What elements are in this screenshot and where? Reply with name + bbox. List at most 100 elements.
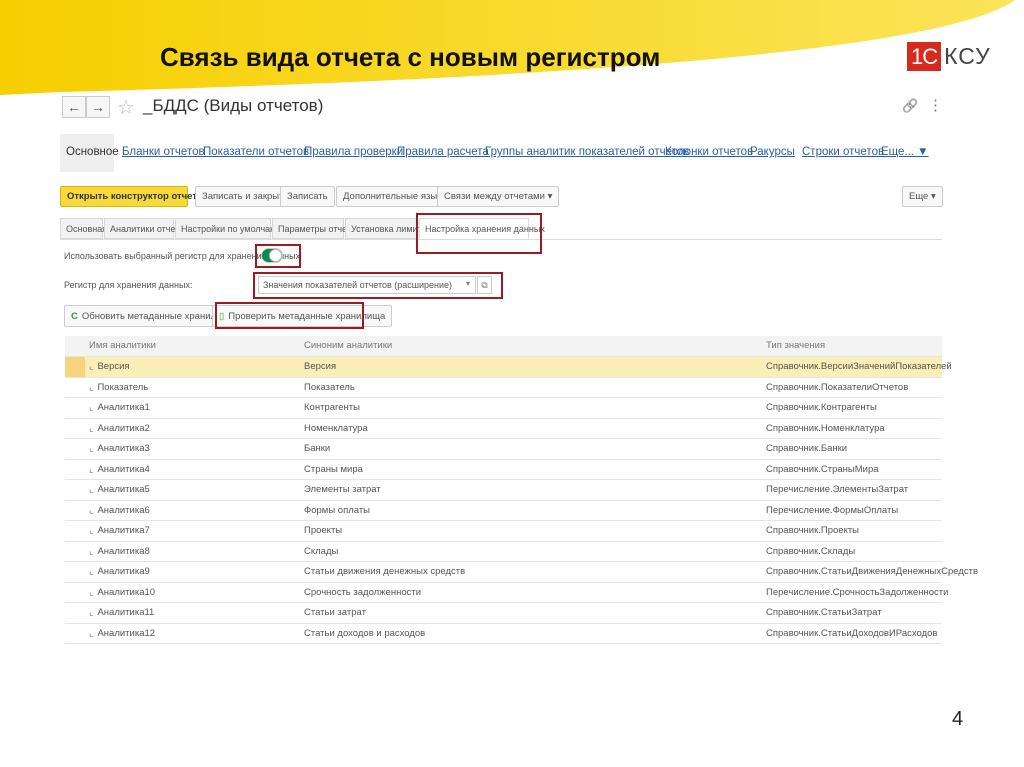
save-button[interactable]: Записать: [280, 186, 335, 207]
cell-type: Справочник.ВерсииЗначенийПоказателей: [766, 361, 952, 373]
table-row[interactable]: ⌞ Аналитика10 Срочность задолженности Переч…: [65, 583, 948, 603]
cell-type: Перечисление.ЭлементыЗатрат: [766, 484, 909, 496]
cell-name: Аналитика12: [97, 627, 156, 639]
nav-link[interactable]: Бланки отчетов: [122, 146, 205, 158]
tab-main[interactable]: Основная: [60, 218, 107, 239]
table-row[interactable]: ⌞ Аналитика2 Номенклатура Справочник.Номенк…: [65, 419, 942, 439]
forward-button[interactable]: →: [86, 96, 110, 118]
dimension-icon: ⌞: [89, 422, 94, 434]
table-row[interactable]: ⌞ Аналитика7 Проекты Справочник.Проекты: [65, 521, 942, 542]
cell-type: Справочник.СтраныМира: [766, 463, 879, 475]
dimension-icon: ⌞: [89, 361, 94, 373]
cell-synonym: Банки: [304, 443, 331, 455]
cell-name: Аналитика10: [97, 586, 156, 598]
table-row[interactable]: ⌞ Аналитика3 Банки Справочник.Банки: [65, 439, 942, 460]
cell-type: Справочник.Склады: [766, 545, 856, 557]
cell-name: Аналитика1: [97, 402, 150, 414]
cell-synonym: Номенклатура: [304, 422, 368, 434]
cell-name: Показатель: [97, 381, 149, 393]
table-header: Имя аналитики Синоним аналитики Тип значен…: [65, 336, 942, 357]
cell-synonym: Проекты: [304, 525, 343, 537]
cell-type: Справочник.Проекты: [766, 525, 860, 537]
cell-type: Справочник.Банки: [766, 443, 848, 455]
nav-link[interactable]: Колонки отчетов: [665, 146, 753, 158]
open-constructor-button[interactable]: Открыть конструктор отчета: [60, 186, 202, 207]
cell-synonym: Статьи доходов и расходов: [304, 627, 426, 639]
refresh-icon: C: [71, 310, 78, 322]
highlight-frame: [253, 272, 503, 299]
cell-synonym: Статьи затрат: [304, 607, 366, 619]
more-button[interactable]: Еще ▾: [902, 186, 943, 207]
column-header[interactable]: Синоним аналитики: [300, 340, 762, 351]
cell-name: Аналитика9: [97, 566, 150, 578]
nav-link[interactable]: Строки отчетов: [802, 146, 884, 158]
dimension-icon: ⌞: [89, 525, 94, 537]
cell-type: Справочник.СтатьиЗатрат: [766, 607, 882, 619]
cell-name: Версия: [97, 361, 130, 373]
cell-type: Справочник.СтатьиДоходовИРасходов: [766, 627, 938, 639]
table-row[interactable]: ⌞ Аналитика1 Контрагенты Справочник.Контраг…: [65, 398, 942, 419]
row-indicator: [65, 439, 85, 459]
row-indicator: [65, 603, 85, 623]
row-indicator: [65, 480, 85, 500]
table-row[interactable]: ⌞ Аналитика9 Статьи движения денежных сред…: [65, 562, 979, 583]
row-indicator: [65, 378, 85, 398]
table-row[interactable]: ⌞ Аналитика6 Формы оплаты Перечисление.Форм…: [65, 501, 942, 521]
logo: 1С КСУ: [907, 42, 991, 71]
nav-link[interactable]: Показатели отчетов: [203, 146, 309, 158]
table-row[interactable]: ⌞ Аналитика12 Статьи доходов и расходов Спр…: [65, 624, 942, 644]
slide-title: Связь вида отчета с новым регистром: [160, 42, 661, 72]
table-row[interactable]: ⌞ Аналитика8 Склады Справочник.Склады: [65, 542, 942, 562]
logo-mark: 1С: [907, 42, 942, 71]
nav-link[interactable]: Ракурсы: [750, 146, 795, 158]
dimension-icon: ⌞: [89, 566, 94, 578]
column-header[interactable]: Имя аналитики: [85, 340, 300, 351]
row-indicator: [65, 398, 85, 418]
column-header[interactable]: Тип значения: [762, 340, 942, 351]
row-indicator: [65, 562, 85, 582]
dimension-icon: ⌞: [89, 627, 94, 639]
cell-synonym: Статьи движения денежных средств: [304, 566, 466, 578]
cell-name: Аналитика5: [97, 484, 150, 496]
tab-limits[interactable]: Установка лимитов: [345, 218, 431, 239]
cell-name: Аналитика4: [97, 463, 150, 475]
nav-current[interactable]: Основное: [66, 146, 119, 158]
favorite-star-icon[interactable]: ☆: [117, 95, 135, 120]
dimension-icon: ⌞: [89, 402, 94, 414]
cell-synonym: Формы оплаты: [304, 504, 371, 516]
cell-synonym: Версия: [304, 361, 337, 373]
table-row[interactable]: ⌞ Аналитика11 Статьи затрат Справочник.Стат…: [65, 603, 942, 624]
tab-params[interactable]: Параметры отчета: [272, 218, 356, 239]
row-indicator: [65, 624, 85, 644]
row-indicator: [65, 521, 85, 541]
cell-type: Справочник.СтатьиДвиженияДенежныхСредств: [766, 566, 979, 578]
cell-name: Аналитика8: [97, 545, 150, 557]
table-row[interactable]: ⌞ Аналитика5 Элементы затрат Перечисление.Э…: [65, 480, 942, 501]
nav-link[interactable]: Правила расчета: [397, 146, 489, 158]
cell-type: Перечисление.ФормыОплаты: [766, 504, 899, 516]
tab-defaults[interactable]: Настройки по умолчанию: [175, 218, 287, 239]
row-indicator: [65, 583, 85, 603]
cell-type: Справочник.Контрагенты: [766, 402, 877, 414]
nav-link[interactable]: Группы аналитик показателей отчетов: [485, 146, 689, 158]
dimension-icon: ⌞: [89, 545, 94, 557]
row-indicator: [65, 501, 85, 521]
relations-button[interactable]: Связи между отчетами ▾: [437, 186, 560, 207]
cell-synonym: Элементы затрат: [304, 484, 381, 496]
tab-analytics[interactable]: Аналитики отчета: [104, 218, 184, 239]
nav-more-link[interactable]: Еще... ▼: [881, 146, 929, 158]
more-icon[interactable]: ⋮: [928, 96, 943, 114]
back-button[interactable]: ←: [62, 96, 86, 118]
dimension-icon: ⌞: [89, 484, 94, 496]
nav-link[interactable]: Правила проверки: [304, 146, 403, 158]
cell-name: Аналитика6: [97, 504, 150, 516]
table-row[interactable]: ⌞ Версия Версия Справочник.ВерсииЗначенийПо…: [65, 357, 952, 378]
link-icon[interactable]: 🔗: [902, 98, 918, 114]
page-number: 4: [952, 708, 964, 730]
table-row[interactable]: ⌞ Показатель Показатель Справочник.Показате…: [65, 378, 942, 398]
row-indicator: [65, 357, 85, 377]
table-row[interactable]: ⌞ Аналитика4 Страны мира Справочник.СтраныМ…: [65, 460, 942, 480]
cell-synonym: Показатель: [304, 381, 355, 393]
cell-synonym: Склады: [304, 545, 339, 557]
dimension-icon: ⌞: [89, 607, 94, 619]
